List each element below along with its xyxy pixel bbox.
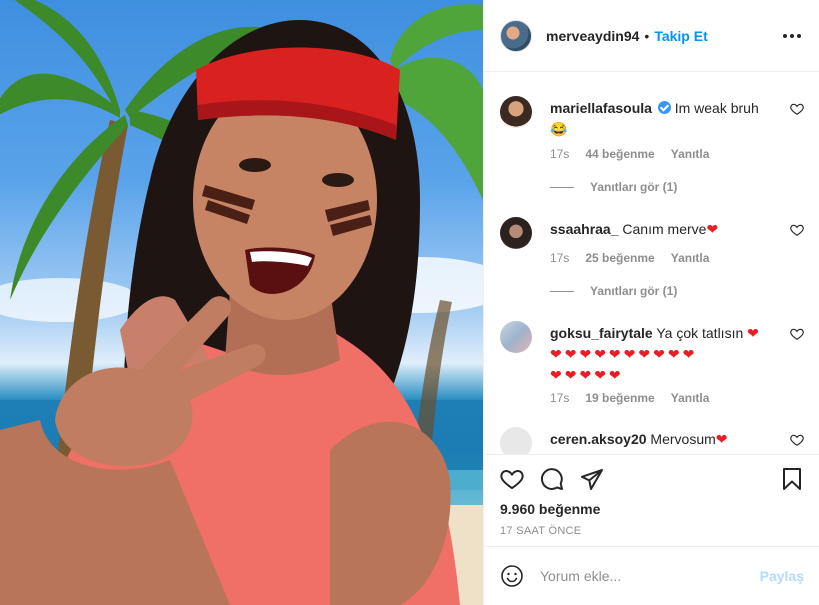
- comment-time[interactable]: 17s: [550, 391, 569, 405]
- comment-body: mariellafasoula Im weak bruh 😂: [550, 98, 774, 140]
- comment-item: goksu_fairytale Ya çok tatlısın ❤ ❤❤❤❤❤❤…: [500, 321, 804, 411]
- comment-hearts-line: ❤❤❤❤❤❤❤❤❤❤: [550, 346, 698, 362]
- post-header: merveaydin94 • Takip Et: [484, 0, 819, 72]
- more-dot: [790, 34, 794, 38]
- more-dot: [783, 34, 787, 38]
- owner-avatar[interactable]: [500, 19, 532, 52]
- comment-text: Ya çok tatlısın: [656, 325, 744, 341]
- share-icon[interactable]: [580, 467, 604, 491]
- comment-hearts-line: ❤❤❤❤❤: [550, 367, 624, 383]
- comment-emoji: ❤: [706, 221, 719, 237]
- comment-likes[interactable]: 19 beğenme: [585, 391, 654, 405]
- commenter-username[interactable]: ssaahraa_: [550, 221, 619, 237]
- likes-count[interactable]: 9.960 beğenme: [500, 501, 600, 517]
- comment-emoji: ❤: [747, 325, 759, 341]
- comments-list[interactable]: mariellafasoula Im weak bruh 😂 17s 44 be…: [484, 73, 819, 454]
- commenter-avatar[interactable]: [500, 427, 532, 454]
- view-replies-button[interactable]: Yanıtları gör (1): [550, 180, 677, 194]
- view-replies-button[interactable]: Yanıtları gör (1): [550, 284, 677, 298]
- verified-badge-icon: [657, 101, 671, 114]
- comment-emoji: ❤: [715, 431, 728, 447]
- commenter-username[interactable]: ceren.aksoy20: [550, 431, 647, 447]
- reply-button[interactable]: Yanıtla: [671, 251, 710, 265]
- header-separator: •: [644, 27, 650, 44]
- follow-button[interactable]: Takip Et: [654, 28, 707, 44]
- bookmark-icon[interactable]: [780, 467, 804, 491]
- comment-item: ssaahraa_ Canım merve❤ 17s 25 beğenme Ya…: [500, 217, 804, 307]
- comment-item: mariellafasoula Im weak bruh 😂 17s 44 be…: [500, 96, 804, 206]
- comment-text: Canım merve: [622, 221, 707, 237]
- comment-meta: 17s 19 beğenme Yanıtla: [550, 391, 709, 405]
- comment-body: ssaahraa_ Canım merve❤: [550, 219, 774, 240]
- comment-body: goksu_fairytale Ya çok tatlısın ❤ ❤❤❤❤❤❤…: [550, 323, 774, 386]
- commenter-username[interactable]: mariellafasoula: [550, 100, 652, 116]
- reply-button[interactable]: Yanıtla: [671, 391, 710, 405]
- post-photo[interactable]: [0, 0, 483, 605]
- commenter-username[interactable]: goksu_fairytale: [550, 325, 653, 341]
- post-timestamp[interactable]: 17 SAAT ÖNCE: [500, 525, 581, 537]
- comment-text: Mervosum: [650, 431, 716, 447]
- commenter-avatar[interactable]: [500, 96, 532, 128]
- commenter-avatar[interactable]: [500, 217, 532, 249]
- post-side-panel: merveaydin94 • Takip Et mariellafasoula …: [483, 0, 819, 605]
- comment-input[interactable]: [540, 568, 760, 584]
- comment-like-heart-icon[interactable]: [790, 102, 804, 116]
- add-comment-bar: Paylaş: [484, 546, 819, 605]
- reply-button[interactable]: Yanıtla: [671, 147, 710, 161]
- comment-body: ceren.aksoy20 Mervosum❤: [550, 429, 774, 450]
- post-photo-illustration: [0, 0, 483, 605]
- owner-username[interactable]: merveaydin94: [546, 28, 639, 44]
- more-options-icon[interactable]: [780, 24, 804, 48]
- comment-time[interactable]: 17s: [550, 147, 569, 161]
- comment-text: Im weak bruh: [674, 100, 759, 116]
- comment-likes[interactable]: 44 beğenme: [585, 147, 654, 161]
- comment-time[interactable]: 17s: [550, 251, 569, 265]
- action-icons: [500, 467, 804, 491]
- comment-likes[interactable]: 25 beğenme: [585, 251, 654, 265]
- comment-like-heart-icon[interactable]: [790, 223, 804, 237]
- comment-like-heart-icon[interactable]: [790, 327, 804, 341]
- comment-emoji: 😂: [550, 121, 568, 137]
- more-dot: [797, 34, 801, 38]
- comment-meta: 17s 44 beğenme Yanıtla: [550, 147, 709, 161]
- comment-meta: 17s 25 beğenme Yanıtla: [550, 251, 709, 265]
- smiley-icon[interactable]: [500, 564, 524, 588]
- heart-icon[interactable]: [500, 467, 524, 491]
- comment-like-heart-icon[interactable]: [790, 433, 804, 447]
- comment-icon[interactable]: [540, 467, 564, 491]
- comment-item: ceren.aksoy20 Mervosum❤: [500, 427, 804, 454]
- commenter-avatar[interactable]: [500, 321, 532, 353]
- post-comment-button[interactable]: Paylaş: [760, 568, 804, 584]
